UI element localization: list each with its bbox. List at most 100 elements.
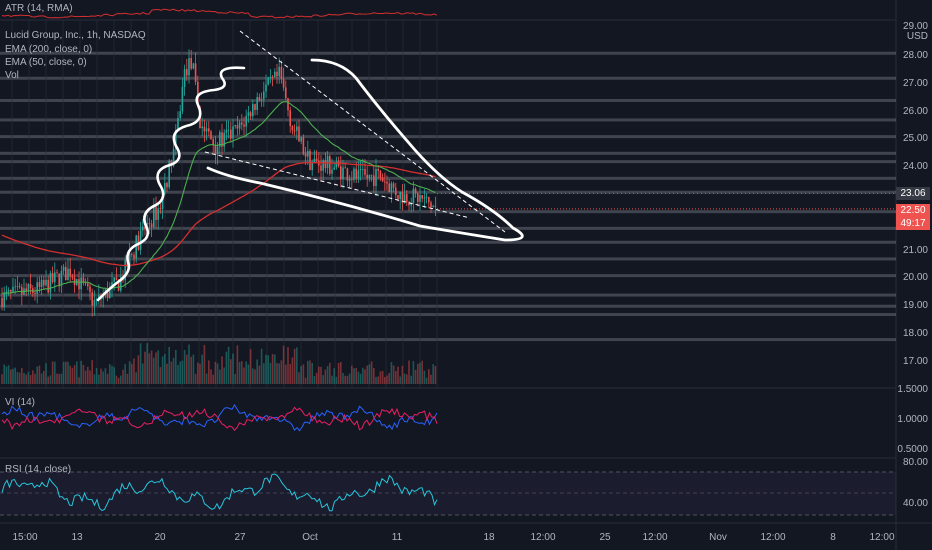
time-tick-label: 12:00 — [530, 532, 556, 543]
time-tick-label: 18 — [483, 532, 495, 543]
candle-body — [280, 66, 283, 79]
volume-bar — [390, 362, 393, 384]
ema-price-tag: 23.06 — [896, 187, 930, 200]
candle-body — [384, 181, 386, 183]
volume-bar — [34, 373, 36, 384]
candle-body — [296, 126, 298, 131]
volume-bar — [278, 363, 280, 384]
candle-body — [302, 137, 305, 154]
volume-bar — [258, 365, 261, 384]
horizontal-level — [0, 304, 896, 308]
volume-bar — [164, 354, 166, 384]
candle-body — [243, 124, 245, 127]
vi-plus-line — [1, 403, 438, 432]
volume-bar — [179, 361, 181, 384]
volume-bar — [397, 366, 399, 384]
volume-bar — [236, 345, 239, 384]
volume-bar — [423, 370, 426, 384]
atr-tick: 1.5000 — [897, 384, 928, 395]
volume-bar — [58, 373, 60, 384]
volume-bar — [113, 367, 115, 384]
volume-bar — [14, 367, 16, 384]
candle-body — [254, 104, 256, 110]
candle-body — [49, 273, 52, 293]
volume-bar — [29, 375, 32, 384]
candle-body — [386, 181, 388, 184]
candle-body — [7, 289, 10, 292]
volume-bar — [419, 362, 421, 384]
candle-body — [359, 169, 362, 171]
volume-bar — [40, 373, 43, 384]
candle-body — [45, 279, 47, 286]
volume-bar — [102, 371, 104, 384]
volume-bar — [346, 375, 349, 384]
candle-body — [421, 195, 423, 199]
volume-bar — [150, 350, 153, 384]
candle-body — [188, 58, 190, 76]
volume-bar — [144, 351, 146, 384]
volume-bar — [109, 364, 111, 384]
price-tick-label: 27.00 — [902, 77, 928, 89]
volume-bar — [128, 361, 131, 384]
horizontal-level — [0, 76, 896, 80]
volume-bar — [406, 374, 408, 384]
ema200-label: EMA (200, close, 0) — [5, 44, 93, 55]
candle-body — [113, 277, 115, 283]
candle-body — [203, 126, 206, 132]
chart-canvas[interactable] — [0, 0, 932, 550]
volume-bar — [153, 357, 155, 384]
candle-body — [40, 279, 43, 288]
volume-bar — [137, 355, 140, 384]
volume-bar — [247, 364, 250, 384]
volume-bar — [67, 361, 69, 384]
candle-body — [78, 279, 80, 290]
volume-bar — [331, 375, 333, 384]
volume-bar — [329, 362, 331, 384]
candle-body — [73, 277, 76, 285]
candle-body — [3, 292, 5, 308]
candle-body — [423, 197, 426, 199]
volume-bar — [161, 356, 164, 384]
candle-body — [313, 158, 316, 163]
volume-bar — [38, 365, 41, 384]
volume-bar — [428, 369, 430, 384]
volume-bar — [340, 361, 342, 384]
candle-body — [69, 268, 71, 277]
candle-body — [91, 292, 93, 306]
volume-bar — [337, 363, 340, 384]
price-tick-label: 19.00 — [902, 300, 928, 312]
candle-body — [230, 129, 232, 139]
rsi-tick-80: 80.00 — [902, 457, 928, 468]
volume-bar — [234, 374, 236, 384]
candle-body — [271, 77, 274, 78]
candle-body — [249, 112, 252, 117]
price-tick-label: 24.00 — [902, 161, 928, 173]
candle-body — [399, 192, 401, 199]
volume-bar — [117, 377, 120, 384]
candle-body — [282, 78, 285, 88]
atr-label: ATR (14, RMA) — [5, 3, 73, 14]
volume-bar — [12, 368, 14, 384]
volume-bar — [159, 367, 162, 384]
volume-bar — [124, 364, 126, 384]
volume-bar — [18, 372, 21, 384]
volume-bar — [421, 360, 423, 384]
candle-body — [293, 130, 296, 132]
candle-body — [311, 162, 313, 170]
candle-body — [388, 183, 390, 192]
candle-body — [232, 126, 234, 139]
time-tick-label: 12:00 — [642, 532, 668, 543]
volume-bar — [355, 368, 357, 384]
volume-bar — [106, 373, 109, 384]
volume-bar — [10, 369, 12, 384]
candle-body — [247, 112, 250, 116]
volume-bar — [243, 367, 245, 384]
candle-body — [245, 115, 247, 127]
volume-bar — [412, 361, 415, 384]
candle-body — [322, 160, 324, 171]
volume-bar — [364, 369, 366, 384]
candle-body — [18, 286, 21, 288]
candle-body — [183, 69, 186, 87]
vi-label: VI (14) — [5, 397, 36, 408]
candle-body — [366, 174, 368, 179]
